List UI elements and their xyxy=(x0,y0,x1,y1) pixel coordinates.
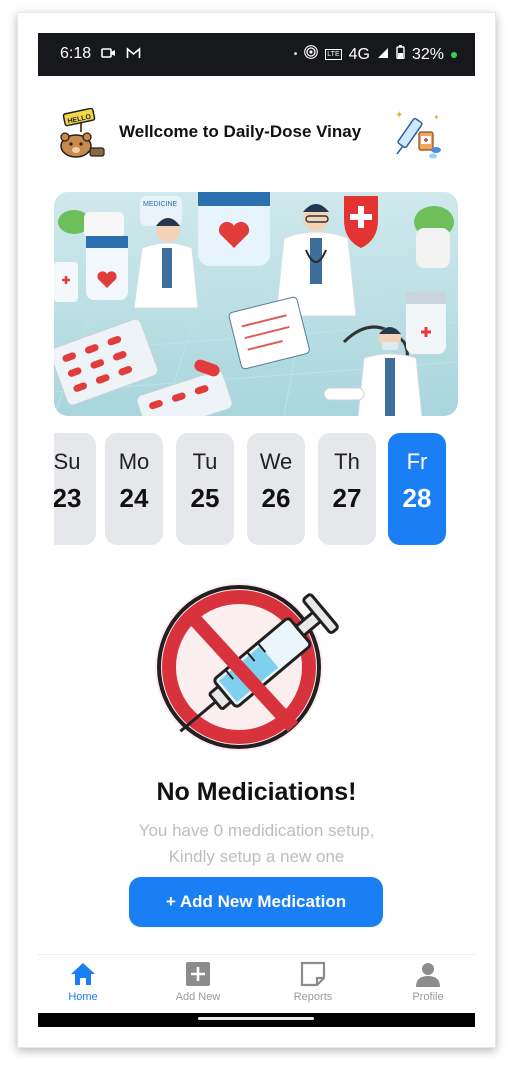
add-new-medication-button[interactable]: + Add New Medication xyxy=(129,877,383,927)
battery-percent: 32% xyxy=(411,45,444,63)
date-card-mo[interactable]: Mo 24 xyxy=(105,433,163,545)
date-day: Su xyxy=(54,449,81,474)
page-title: Wellcome to Daily-Dose Vinay xyxy=(119,122,362,141)
battery-icon xyxy=(396,45,405,64)
empty-state-title: No Mediciations! xyxy=(156,778,357,806)
date-day: Th xyxy=(334,449,360,474)
bottom-tab-bar: Home Add New Reports Profile xyxy=(38,954,475,1013)
volte-badge: LTE xyxy=(325,49,342,60)
status-bar: 6:18 • LTE 4G 32% xyxy=(38,33,475,76)
date-number: 25 xyxy=(190,483,220,513)
date-card-th[interactable]: Th 27 xyxy=(318,433,376,545)
tab-add-new[interactable]: Add New xyxy=(153,961,243,1003)
tab-label: Reports xyxy=(293,991,333,1003)
hotspot-icon xyxy=(304,45,319,64)
syringe-pills-icon: ✦ ✦ xyxy=(391,108,443,160)
date-day: Mo xyxy=(118,449,150,474)
tab-home[interactable]: Home xyxy=(38,961,128,1003)
date-day: Tu xyxy=(192,449,218,474)
tab-label: Add New xyxy=(175,991,221,1003)
svg-text:✦: ✦ xyxy=(433,113,440,122)
svg-text:✦: ✦ xyxy=(395,110,403,121)
signal-icon xyxy=(377,46,389,64)
phone-screen: 6:18 • LTE 4G 32% HELLO Wellcome to Dail… xyxy=(17,12,496,1048)
date-number: 26 xyxy=(261,483,291,513)
status-time: 6:18 xyxy=(60,45,92,62)
plus-square-icon xyxy=(184,961,212,987)
home-gesture-handle[interactable] xyxy=(198,1017,314,1020)
tab-reports[interactable]: Reports xyxy=(268,961,358,1003)
no-syringe-icon xyxy=(147,567,367,767)
date-number: 24 xyxy=(119,483,149,513)
video-icon xyxy=(101,47,116,62)
home-icon xyxy=(69,961,97,987)
date-number: 23 xyxy=(54,483,82,513)
date-number: 27 xyxy=(332,483,362,513)
status-bar-left: 6:18 xyxy=(60,45,141,63)
tab-label: Profile xyxy=(412,991,444,1003)
empty-state-subtitle-line1: You have 0 medidication setup, xyxy=(138,821,375,840)
date-selector: Su 23 Mo 24 Tu 25 We 26 Th 27 Fr 28 xyxy=(54,433,458,545)
date-card-we[interactable]: We 26 xyxy=(247,433,305,545)
network-type: 4G xyxy=(348,45,370,63)
date-card-su[interactable]: Su 23 xyxy=(54,433,96,545)
privacy-indicator-icon xyxy=(451,51,457,58)
status-bar-right: • LTE 4G 32% xyxy=(294,45,457,64)
date-card-tu[interactable]: Tu 25 xyxy=(176,433,234,545)
note-icon xyxy=(299,961,327,987)
user-icon xyxy=(414,961,442,987)
system-navigation-bar xyxy=(38,1013,475,1027)
empty-state-subtitle-line2: Kindly setup a new one xyxy=(168,847,345,866)
hello-bear-icon: HELLO xyxy=(56,107,108,160)
date-number: 28 xyxy=(402,483,432,513)
header: HELLO Wellcome to Daily-Dose Vinay ✦ ✦ xyxy=(56,107,456,164)
notification-dot-icon: • xyxy=(293,49,298,60)
medical-banner-image: MEDICINE xyxy=(54,192,458,416)
gmail-icon xyxy=(126,46,141,62)
tab-label: Home xyxy=(68,991,98,1003)
empty-state-subtitle: You have 0 medidication setup, Kindly se… xyxy=(18,818,495,870)
svg-text:MEDICINE: MEDICINE xyxy=(143,201,178,208)
date-card-fr[interactable]: Fr 28 xyxy=(388,433,446,545)
date-day: We xyxy=(259,449,293,474)
tab-profile[interactable]: Profile xyxy=(383,961,473,1003)
date-day: Fr xyxy=(406,449,428,474)
